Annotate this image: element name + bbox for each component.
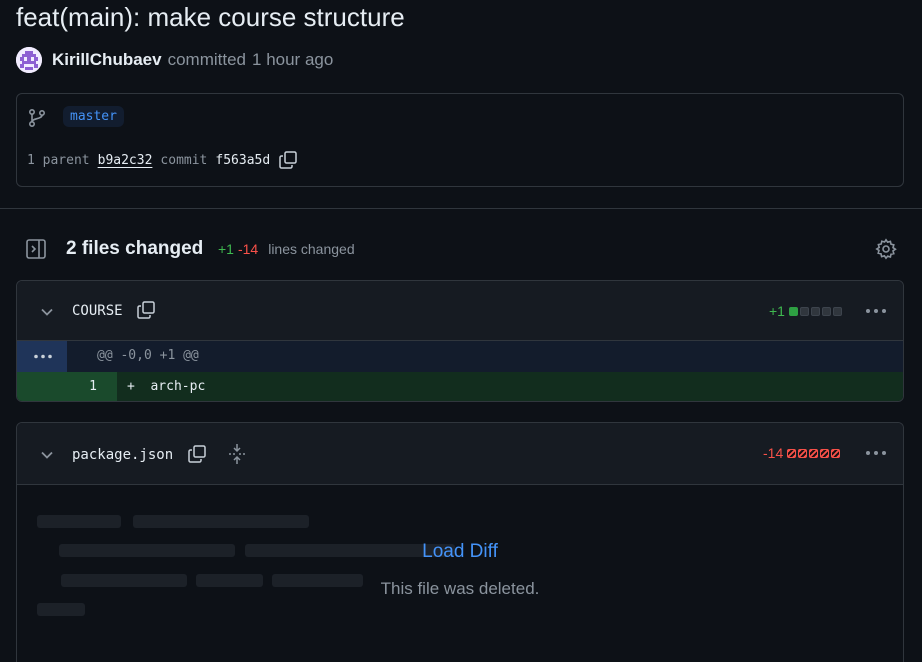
diffstat-blocks [788,306,842,316]
commit-time[interactable]: 1 hour ago [252,50,333,70]
unfold-icon[interactable] [227,443,247,465]
diffstat-block [787,448,797,458]
file-header: package.json -14 [17,423,903,485]
diffstat-block [788,306,798,316]
file-deletions: -14 [763,445,784,461]
author-name[interactable]: KirillChubaev [52,50,162,70]
file-diff-package-json: package.json -14 Load Diff This file was… [16,422,904,662]
files-changed-count: 2 files changed [66,238,204,259]
deletions-count: -14 [237,241,259,257]
kebab-horizontal-icon[interactable] [865,450,887,456]
avatar[interactable] [16,47,42,73]
diffstat-block [831,448,841,458]
hunk-header-row: @@ -0,0 +1 @@ [17,341,903,372]
sidebar-expand-icon[interactable] [25,238,47,260]
commit-parent-line: 1 parent b9a2c32 commit f563a5d [27,150,298,170]
chevron-down-icon[interactable] [39,447,55,463]
skeleton-line [37,603,85,616]
file-diffstat: -14 [763,445,841,461]
additions-count: +1 [218,241,234,257]
diffstat-block [798,448,808,458]
diffstat-block [799,306,809,316]
commit-action: committed [167,50,247,69]
diffstat-block [821,306,831,316]
file-deleted-message: This file was deleted. [380,579,540,598]
skeleton-line [37,515,121,528]
copy-icon[interactable] [187,444,207,464]
diffstat-blocks [787,448,841,458]
gear-icon[interactable] [875,238,897,260]
commit-title: feat(main): make course structure [16,2,405,32]
copy-icon[interactable] [278,150,298,170]
diffstat-block [809,448,819,458]
diffstat-block [820,448,830,458]
load-diff-link[interactable]: Load Diff [17,541,903,563]
skeleton-line [133,515,309,528]
diff-sign: + [127,379,135,394]
diffstat-block [832,306,842,316]
file-name[interactable]: package.json [72,447,173,463]
ellipsis-icon [33,354,53,359]
file-diff-course: COURSE +1 @@ -0,0 +1 @@ 1 + arch-pc [16,280,904,402]
branch-label[interactable]: master [63,106,124,127]
commit-hash: f563a5d [215,152,271,168]
section-divider [0,208,922,209]
lines-changed-label: lines changed [268,241,355,257]
diffstat-block [810,306,820,316]
commit-info-box: master 1 parent b9a2c32 commit f563a5d [16,93,904,187]
diff-line-added: 1 + arch-pc [17,372,903,401]
kebab-horizontal-icon[interactable] [865,308,887,314]
hunk-header: @@ -0,0 +1 @@ [97,348,199,363]
file-name[interactable]: COURSE [72,303,123,319]
parent-count: 1 parent [27,152,90,168]
commit-label: commit [160,152,208,168]
line-number[interactable]: 1 [17,372,117,401]
chevron-down-icon[interactable] [39,304,55,320]
parent-hash-link[interactable]: b9a2c32 [98,153,153,168]
diff-line-code: + arch-pc [127,379,205,394]
copy-icon[interactable] [136,300,156,320]
expand-hunk-button[interactable] [17,341,67,372]
code-text: arch-pc [150,379,206,394]
file-header: COURSE +1 [17,281,903,341]
file-diffstat: +1 [769,303,842,319]
file-additions: +1 [769,303,785,319]
git-branch-icon [27,108,47,128]
lines-changed-summary: +1 -14 lines changed [218,241,355,257]
commit-byline: KirillChubaev committed 1 hour ago [16,47,333,73]
